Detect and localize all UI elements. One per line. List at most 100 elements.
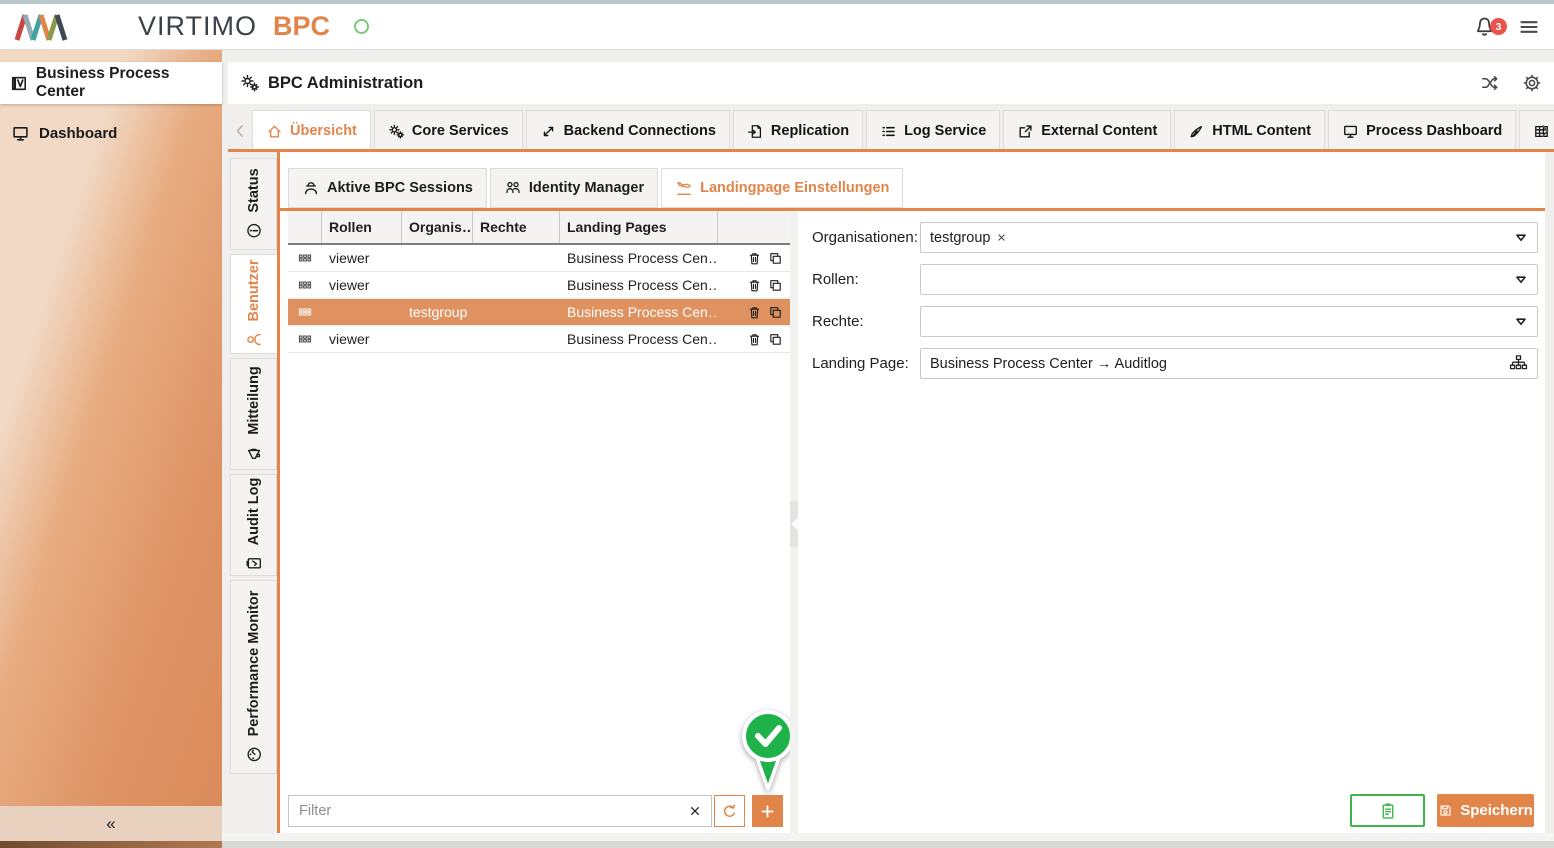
rollen-field[interactable]	[920, 264, 1538, 295]
organisationen-label: Organisationen:	[812, 229, 916, 246]
section-tab[interactable]: Benutzer	[230, 254, 277, 354]
landingpage-table: Rollen Organis… Rechte Landing Pages vie…	[288, 211, 790, 353]
table-row[interactable]: viewer Business Process Cen…	[288, 245, 790, 272]
section-tab[interactable]: Status	[230, 158, 277, 250]
drag-dots-icon	[298, 278, 312, 292]
copy-to-clipboard-button[interactable]	[1350, 794, 1425, 827]
chevron-down-icon	[1514, 273, 1528, 287]
table-row[interactable]: viewer Business Process Cen…	[288, 326, 790, 353]
admin-tab[interactable]: External Content	[1003, 110, 1171, 152]
brand-virtimo: VIRTIMO	[138, 11, 257, 42]
admin-tab[interactable]: Übersicht	[252, 110, 371, 152]
benutzer-tab[interactable]: Aktive BPC Sessions	[288, 168, 487, 208]
cell-rollen: viewer	[322, 272, 402, 298]
row-drag-handle[interactable]	[288, 326, 322, 352]
cell-rechte	[473, 245, 560, 271]
organisationen-field[interactable]: testgroup	[920, 222, 1538, 253]
sidebar-app-title[interactable]: Business Process Center	[0, 62, 222, 104]
duplicate-row-button[interactable]	[768, 305, 783, 320]
remove-chip-button[interactable]	[996, 232, 1007, 243]
clipboard-icon	[1379, 802, 1397, 820]
admin-tab[interactable]: Core Services	[374, 110, 523, 152]
save-button[interactable]: Speichern	[1437, 794, 1534, 827]
admin-tab[interactable]: Replication	[733, 110, 863, 152]
section-tab-label: Mitteilung	[246, 366, 262, 434]
bottom-band	[222, 833, 1554, 841]
sidebar-item-label: Dashboard	[39, 125, 117, 142]
sidebar-collapse-button[interactable]: «	[0, 806, 222, 841]
sidebar-item-dashboard[interactable]: Dashboard	[0, 114, 222, 152]
duplicate-row-button[interactable]	[768, 332, 783, 347]
delete-row-button[interactable]	[747, 305, 762, 320]
dropdown-arrow-button[interactable]	[1514, 231, 1528, 245]
shuffle-icon[interactable]	[1480, 73, 1500, 93]
cell-landing-pages: Business Process Cen…	[560, 245, 718, 271]
save-label: Speichern	[1460, 802, 1533, 819]
floppy-icon	[1438, 803, 1453, 818]
tab-scroll-right-button[interactable]	[1536, 110, 1554, 152]
column-landing-pages[interactable]: Landing Pages	[560, 211, 718, 243]
chevron-down-icon	[1514, 231, 1528, 245]
benutzer-tab-bar: Aktive BPC Sessions Identity Manager Lan…	[288, 168, 903, 208]
gears-icon	[388, 123, 405, 140]
cell-organisation	[402, 245, 473, 271]
row-drag-handle[interactable]	[288, 272, 322, 298]
sitemap-picker-button[interactable]	[1509, 354, 1528, 373]
clear-filter-button[interactable]	[679, 804, 711, 818]
undo-icon	[721, 803, 738, 820]
collapse-chevrons: «	[106, 814, 115, 834]
filter-input[interactable]	[289, 796, 679, 826]
tab-scroll-left-button[interactable]	[228, 110, 252, 152]
chevron-down-icon	[1514, 315, 1528, 329]
delete-row-button[interactable]	[747, 332, 762, 347]
rechte-field[interactable]	[920, 306, 1538, 337]
table-header-row: Rollen Organis… Rechte Landing Pages	[288, 211, 790, 245]
benutzer-tab[interactable]: Landingpage Einstellungen	[661, 168, 903, 208]
landing-page-field[interactable]: Business Process Center → Auditlog	[920, 348, 1538, 379]
cell-rechte	[473, 326, 560, 352]
cell-rollen	[322, 299, 402, 325]
add-row-button[interactable]	[752, 795, 783, 827]
panel-splitter[interactable]	[790, 211, 798, 833]
tab-label: Process Dashboard	[1366, 123, 1502, 139]
dropdown-arrow-button[interactable]	[1514, 315, 1528, 329]
delete-row-button[interactable]	[747, 278, 762, 293]
duplicate-row-button[interactable]	[768, 278, 783, 293]
trash-icon	[747, 251, 762, 266]
tab-label: Core Services	[412, 123, 509, 139]
section-tab-label: Performance Monitor	[246, 591, 262, 737]
reset-button[interactable]	[714, 795, 745, 827]
column-rollen[interactable]: Rollen	[322, 211, 402, 243]
cell-rechte	[473, 299, 560, 325]
dropdown-arrow-button[interactable]	[1514, 273, 1528, 287]
people-icon	[504, 179, 522, 197]
page-title: BPC Administration	[268, 74, 423, 93]
section-tab[interactable]: Audit Log	[230, 474, 277, 576]
admin-tab[interactable]: Process Dashboard	[1328, 110, 1516, 152]
table-row[interactable]: testgroup Business Process Cen…	[288, 299, 790, 326]
row-drag-handle[interactable]	[288, 299, 322, 325]
trash-icon	[747, 332, 762, 347]
admin-tab[interactable]: Log Service	[866, 110, 1000, 152]
plus-icon	[759, 803, 776, 820]
gear-icon[interactable]	[1522, 73, 1542, 93]
row-drag-handle[interactable]	[288, 245, 322, 271]
main-menu-button[interactable]	[1518, 16, 1540, 38]
duplicate-row-button[interactable]	[768, 251, 783, 266]
admin-tab[interactable]: HTML Content	[1174, 110, 1325, 152]
table-row[interactable]: viewer Business Process Cen…	[288, 272, 790, 299]
splitter-handle[interactable]	[790, 501, 798, 547]
section-tab-label: Benutzer	[246, 259, 262, 321]
column-rechte[interactable]: Rechte	[473, 211, 560, 243]
benutzer-tab[interactable]: Identity Manager	[490, 168, 658, 208]
delete-row-button[interactable]	[747, 251, 762, 266]
admin-tab[interactable]: Backend Connections	[526, 110, 730, 152]
column-organisation[interactable]: Organis…	[402, 211, 473, 243]
notifications-button[interactable]: 3	[1473, 15, 1496, 38]
monitor-icon	[11, 124, 30, 143]
cell-rollen: viewer	[322, 326, 402, 352]
cell-organisation: testgroup	[402, 299, 473, 325]
section-tab[interactable]: Performance Monitor	[230, 580, 277, 774]
section-tab[interactable]: Mitteilung	[230, 358, 277, 470]
organisation-chip: testgroup	[930, 230, 1007, 246]
